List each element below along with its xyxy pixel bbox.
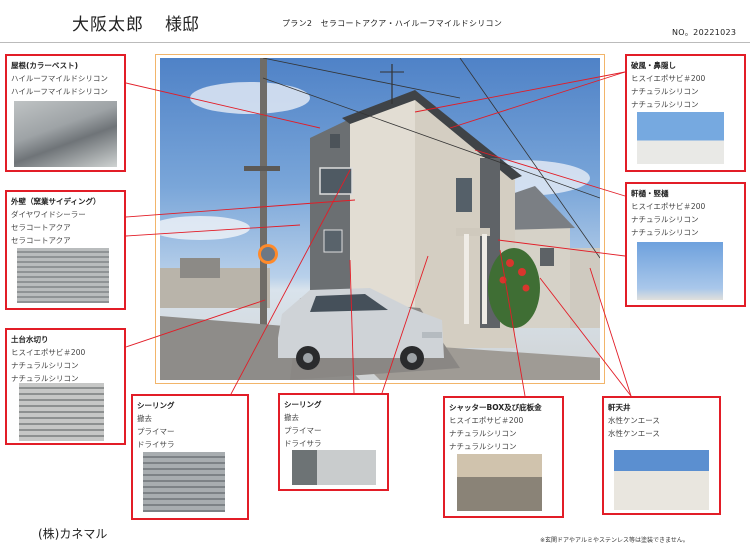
annotation-title: 軒天井 [608, 403, 631, 412]
annotation-line: 水性ケンエース [608, 429, 660, 438]
annotation-line: 水性ケンエース [608, 416, 660, 425]
annotation-line: 撤去 [284, 413, 299, 422]
wind-board-photo [637, 112, 724, 164]
document-number: NO。20221023 [672, 28, 737, 37]
annotation-sealing-right: シーリング 撤去 プライマー ドライサラ [278, 393, 389, 491]
annotation-title: シャッターBOX及び庇板金 [449, 403, 542, 412]
annotation-title: 外壁（窯業サイディング） [11, 197, 101, 206]
annotation-gutter: 軒樋・竪樋 ヒスイエポサビ＃200 ナチュラルシリコン ナチュラルシリコン [625, 182, 746, 307]
annotation-title: 軒樋・竪樋 [631, 189, 669, 198]
annotation-line: 撤去 [137, 414, 152, 423]
house-photo [160, 58, 600, 380]
annotation-line: ナチュラルシリコン [631, 87, 699, 96]
annotation-line: ナチュラルシリコン [631, 228, 699, 237]
annotation-sill: 土台水切り ヒスイエポサビ＃200 ナチュラルシリコン ナチュラルシリコン [5, 328, 126, 445]
annotation-line: ナチュラルシリコン [449, 442, 517, 451]
annotation-line: ドライサラ [284, 439, 322, 448]
gutter-photo [637, 242, 723, 300]
roof-photo [14, 101, 117, 167]
annotation-line: ドライサラ [137, 440, 175, 449]
customer-honorific: 様邸 [165, 15, 199, 35]
siding-photo [17, 248, 109, 303]
sealing-photo-1 [143, 452, 225, 512]
house-illustration [160, 58, 600, 380]
plan-title: プラン2 セラコートアクア・ハイルーフマイルドシリコン [282, 19, 503, 28]
annotation-line: ヒスイエポサビ＃200 [631, 202, 706, 211]
annotation-sealing-left: シーリング 撤去 プライマー ドライサラ [131, 394, 249, 520]
annotation-line: ヒスイエポサビ＃200 [631, 74, 706, 83]
annotation-line: プライマー [137, 427, 175, 436]
annotation-line: ダイヤワイドシーラー [11, 210, 86, 219]
shutter-photo [457, 454, 542, 511]
annotation-line: ヒスイエポサビ＃200 [449, 416, 524, 425]
annotation-line: セラコートアクア [11, 223, 71, 232]
annotation-line: プライマー [284, 426, 322, 435]
sill-photo [19, 383, 104, 441]
annotation-roof: 屋根(カラーベスト) ハイルーフマイルドシリコン ハイルーフマイルドシリコン [5, 54, 126, 172]
annotation-line: ハイルーフマイルドシリコン [11, 74, 108, 83]
annotation-wind-board: 破風・鼻隠し ヒスイエポサビ＃200 ナチュラルシリコン ナチュラルシリコン [625, 54, 746, 172]
annotation-line: ナチュラルシリコン [11, 361, 79, 370]
header-divider [0, 42, 750, 43]
annotation-line: セラコートアクア [11, 236, 71, 245]
sealing-photo-2 [292, 450, 376, 485]
annotation-title: 土台水切り [11, 335, 49, 344]
annotation-line: ヒスイエポサビ＃200 [11, 348, 86, 357]
annotation-title: 屋根(カラーベスト) [11, 61, 79, 70]
customer-name: 大阪太郎 [72, 15, 144, 35]
annotation-line: ハイルーフマイルドシリコン [11, 87, 108, 96]
annotation-shutter: シャッターBOX及び庇板金 ヒスイエポサビ＃200 ナチュラルシリコン ナチュラ… [443, 396, 564, 518]
annotation-line: ナチュラルシリコン [631, 100, 699, 109]
annotation-title: 破風・鼻隠し [631, 61, 676, 70]
annotation-line: ナチュラルシリコン [631, 215, 699, 224]
annotation-title: シーリング [137, 401, 175, 410]
annotation-wall: 外壁（窯業サイディング） ダイヤワイドシーラー セラコートアクア セラコートアク… [5, 190, 126, 310]
company-name: (株)カネマル [38, 527, 108, 541]
annotation-title: シーリング [284, 400, 322, 409]
footnote: ※玄関ドアやアルミやステンレス等は塗装できません。 [540, 537, 689, 544]
annotation-line: ナチュラルシリコン [449, 429, 517, 438]
annotation-soffit: 軒天井 水性ケンエース 水性ケンエース [602, 396, 721, 515]
soffit-photo [614, 450, 709, 510]
